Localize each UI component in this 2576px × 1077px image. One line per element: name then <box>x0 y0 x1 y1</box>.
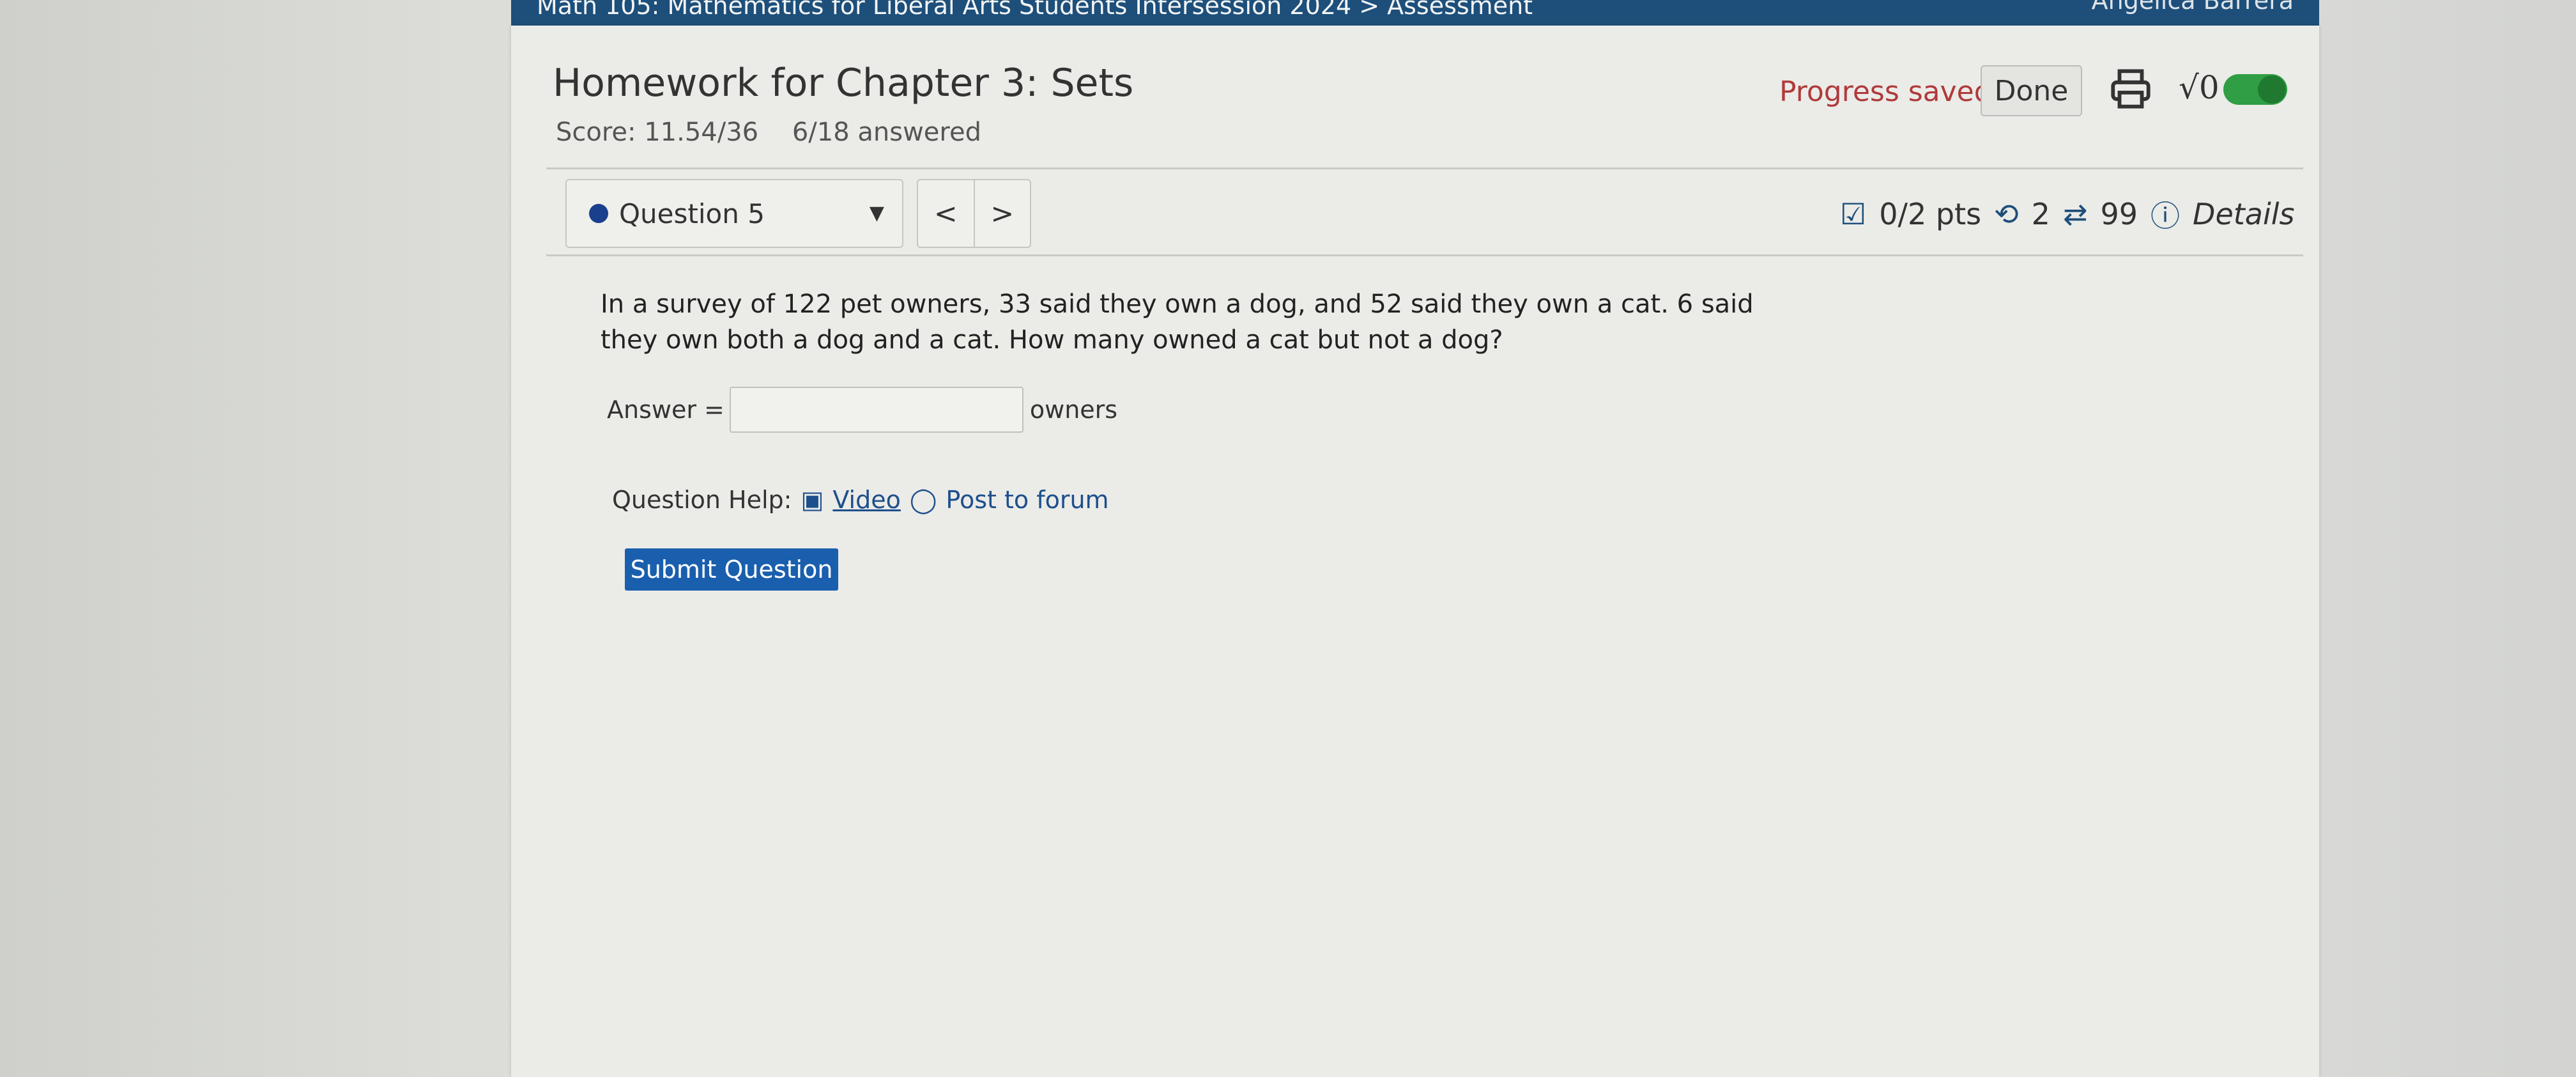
divider <box>546 167 2303 169</box>
math-entry-toggle[interactable] <box>2223 74 2287 105</box>
answer-label: Answer = <box>607 396 724 424</box>
divider <box>546 254 2303 256</box>
versions-icon: ⇄ <box>2062 197 2088 231</box>
info-icon[interactable]: ⓘ <box>2150 193 2180 235</box>
progress-saved-status: Progress saved <box>1779 75 1992 108</box>
user-name[interactable]: Angelica Barrera <box>2092 0 2294 13</box>
versions-value: 99 <box>2100 197 2138 231</box>
question-select[interactable]: Question 5 ▼ <box>565 179 903 248</box>
page-title: Homework for Chapter 3: Sets <box>553 61 1134 105</box>
forum-icon[interactable]: ◯ <box>910 486 937 514</box>
answer-row: Answer = owners <box>607 387 1117 433</box>
score-summary: Score: 11.54/36 6/18 answered <box>556 118 1007 147</box>
course-breadcrumb[interactable]: Math 105: Mathematics for Liberal Arts S… <box>537 0 1533 18</box>
next-question-button[interactable]: > <box>975 180 1031 247</box>
points-value: 0/2 pts <box>1879 197 1982 231</box>
previous-question-button[interactable]: < <box>918 180 975 247</box>
question-status-dot <box>589 204 608 223</box>
score-text: Score: 11.54/36 <box>556 118 759 147</box>
question-meta: ☑ 0/2 pts ⟲ 2 ⇄ 99 ⓘ Details <box>1840 193 2295 235</box>
video-link[interactable]: Video <box>832 486 900 514</box>
submit-question-button[interactable]: Submit Question <box>625 548 838 591</box>
question-select-label: Question 5 <box>619 198 765 229</box>
screen: Math 105: Mathematics for Liberal Arts S… <box>0 0 2576 1077</box>
help-label: Question Help: <box>612 486 792 514</box>
details-link[interactable]: Details <box>2193 197 2294 231</box>
post-to-forum-link[interactable]: Post to forum <box>946 486 1108 514</box>
answer-input[interactable] <box>729 387 1023 433</box>
done-button[interactable]: Done <box>1981 65 2082 116</box>
caret-down-icon: ▼ <box>869 202 884 224</box>
question-nav: < > <box>917 179 1031 248</box>
toggle-knob <box>2258 75 2286 104</box>
top-nav-bar: Math 105: Mathematics for Liberal Arts S… <box>511 0 2319 26</box>
assessment-page: Homework for Chapter 3: Sets Score: 11.5… <box>511 26 2319 1077</box>
attempts-value: 2 <box>2031 197 2050 231</box>
question-help: Question Help: ▣ Video ◯ Post to forum <box>612 486 1109 514</box>
answered-count: 6/18 answered <box>792 118 981 147</box>
math-entry-icon[interactable]: √0 <box>2179 69 2220 106</box>
video-icon[interactable]: ▣ <box>801 486 824 514</box>
retry-icon: ⟲ <box>1994 197 2019 231</box>
print-icon[interactable] <box>2108 66 2153 111</box>
answer-unit: owners <box>1029 396 1118 424</box>
question-text: In a survey of 122 pet owners, 33 said t… <box>601 290 1754 355</box>
checkbox-icon: ☑ <box>1840 197 1867 231</box>
